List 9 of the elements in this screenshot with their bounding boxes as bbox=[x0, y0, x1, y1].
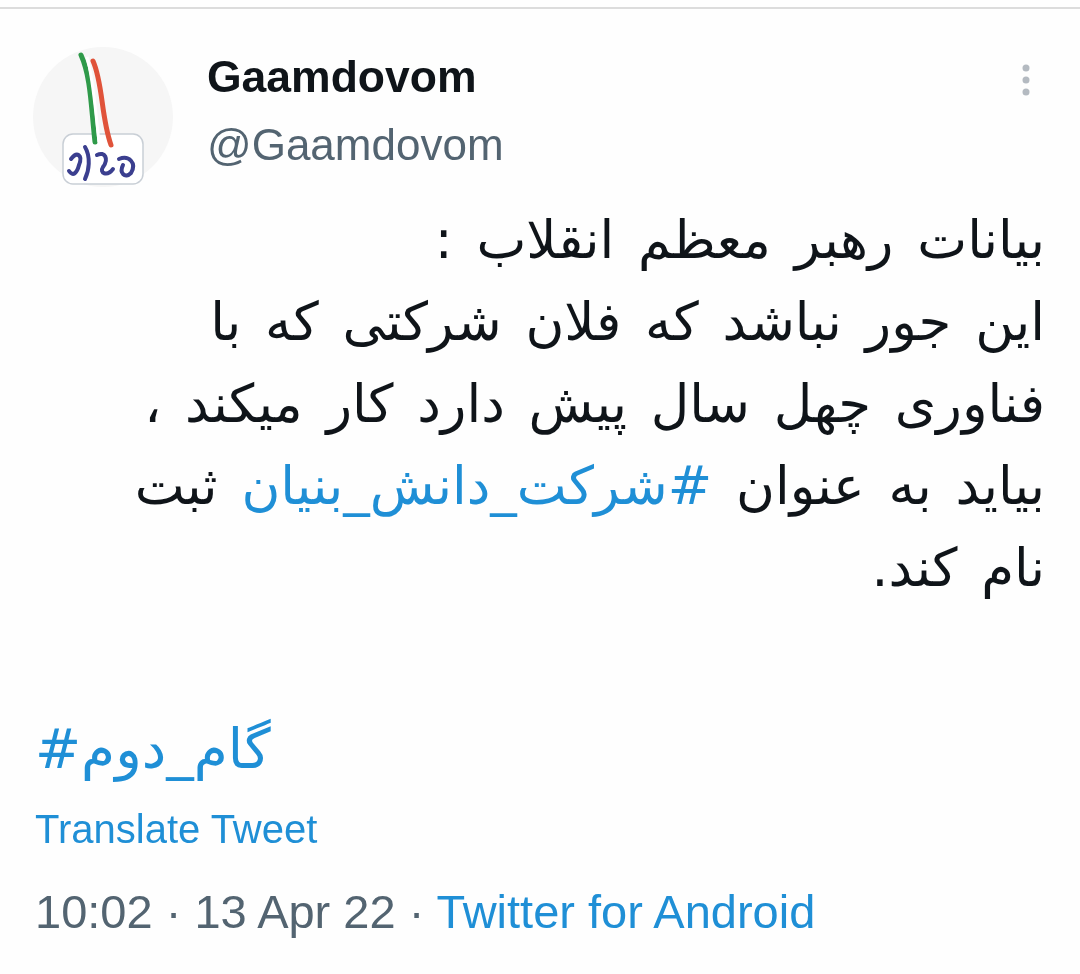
hashtag-link[interactable]: #شرکت_دانش_بنیان bbox=[241, 455, 713, 516]
avatar-logo-drawing[interactable] bbox=[33, 47, 173, 187]
tweet-timestamp[interactable]: 10:02 · 13 Apr 22 · bbox=[35, 885, 425, 938]
tweet-text: بیانات رهبر معظم انقلاب : این جور نباشد که فلان شرکتی که با فناوری چهل سال پیش دارد کار میکند ، بیاید به عنوان #شرکت_دانش_بنیان ثبت نام کند. bbox=[133, 208, 1045, 601]
author-name[interactable]: Gaamdovom bbox=[207, 47, 504, 107]
author-handle[interactable]: @Gaamdovom bbox=[207, 107, 504, 183]
tweet-source-link[interactable]: Twitter for Android bbox=[436, 885, 816, 938]
hashtag-link[interactable]: #گام_دوم bbox=[35, 709, 271, 789]
translate-tweet-link[interactable]: Translate Tweet bbox=[35, 801, 318, 857]
